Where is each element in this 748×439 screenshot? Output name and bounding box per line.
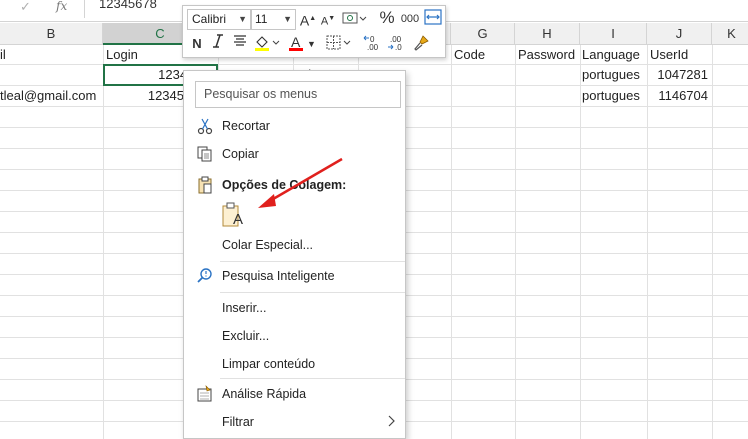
cell-j2[interactable]: 1047281	[648, 65, 708, 85]
menu-item-smart-lookup[interactable]: Pesquisa Inteligente	[184, 264, 405, 288]
menu-item-quick-analysis[interactable]: Análise Rápida	[184, 382, 405, 406]
cell-b3[interactable]: tleal@gmail.com	[0, 86, 102, 106]
cell-g1[interactable]: Code	[454, 45, 514, 65]
column-header-h[interactable]: H	[515, 23, 580, 45]
cell-j3[interactable]: 1146704	[648, 86, 708, 106]
italic-icon	[213, 34, 223, 48]
paste-options-icon	[198, 176, 212, 194]
menu-item-label: Pesquisa Inteligente	[222, 269, 335, 283]
menu-item-filter[interactable]: Filtrar	[184, 410, 405, 434]
font-size-dropdown[interactable]: 11 ▼	[251, 9, 296, 30]
formula-bar-divider	[84, 0, 85, 18]
shrink-font-button[interactable]: A▼	[319, 9, 337, 29]
merge-center-icon	[424, 9, 442, 25]
font-color-button[interactable]: A ▼	[287, 34, 317, 54]
menu-item-cut[interactable]: Recortar	[184, 114, 405, 138]
font-color-swatch	[289, 48, 303, 51]
cell-h1[interactable]: Password	[518, 45, 580, 65]
menu-separator	[220, 292, 405, 293]
font-name-dropdown[interactable]: Calibri ▼	[187, 9, 251, 30]
mini-toolbar: Calibri ▼ 11 ▼ A▲ A▼ % 000 N A ▼ 0 .00 .…	[182, 5, 446, 58]
column-header-k[interactable]: K	[712, 23, 748, 45]
cell-c3[interactable]: 12345	[104, 86, 184, 106]
borders-button[interactable]	[325, 34, 353, 54]
menu-item-insert[interactable]: Inserir...	[184, 296, 405, 320]
decrease-decimal-icon: .00 .0	[388, 35, 402, 52]
menu-item-paste-special[interactable]: Colar Especial...	[184, 233, 405, 257]
fill-color-icon	[255, 36, 280, 51]
align-center-icon	[234, 35, 246, 46]
column-header-b[interactable]: B	[0, 23, 103, 45]
menu-item-label: Filtrar	[222, 415, 254, 429]
cell-b1[interactable]: il	[0, 45, 100, 65]
increase-decimal-button[interactable]: 0 .00	[363, 34, 385, 54]
scissors-icon	[197, 118, 213, 135]
cell-j1[interactable]: UserId	[650, 45, 712, 65]
insert-function-icon[interactable]: fx	[56, 0, 67, 13]
menu-item-label: Recortar	[222, 119, 270, 133]
grow-font-icon: A	[299, 12, 310, 29]
menu-item-delete[interactable]: Excluir...	[184, 324, 405, 348]
annotation-arrow-icon	[258, 157, 343, 208]
menu-item-label: Colar Especial...	[222, 238, 314, 252]
menu-item-clear-contents[interactable]: Limpar conteúdo	[184, 352, 405, 376]
accounting-format-icon	[342, 12, 367, 24]
increase-decimal-icon: 0 .00	[363, 35, 379, 52]
italic-button[interactable]	[209, 34, 227, 54]
cell-i2[interactable]: portugues	[582, 65, 646, 85]
percent-style-button[interactable]: %	[377, 8, 397, 28]
smart-lookup-icon	[197, 268, 212, 283]
menu-item-label: Análise Rápida	[222, 387, 307, 401]
chevron-down-icon: ▼	[283, 14, 292, 24]
cell-i1[interactable]: Language	[582, 45, 646, 65]
formula-input[interactable]: 12345678	[99, 0, 157, 11]
font-size-value: 11	[255, 12, 268, 26]
borders-icon	[326, 35, 351, 50]
cell-i3[interactable]: portugues	[582, 86, 646, 106]
menu-item-label: Inserir...	[222, 301, 267, 315]
chevron-right-icon	[388, 415, 395, 427]
svg-text:.0: .0	[395, 43, 402, 52]
font-name-value: Calibri	[192, 12, 227, 26]
decrease-decimal-button[interactable]: .00 .0	[387, 34, 409, 54]
column-header-g[interactable]: G	[451, 23, 515, 45]
number-format-button[interactable]	[341, 9, 367, 29]
menu-search-input[interactable]: Pesquisar os menus	[195, 81, 401, 108]
context-menu: Pesquisar os menus Recortar Copiar Opçõe…	[183, 70, 406, 439]
comma-style-button[interactable]: 000	[399, 9, 421, 29]
menu-item-label: Excluir...	[222, 329, 270, 343]
paste-option-letter: A	[233, 211, 244, 228]
copy-icon	[197, 146, 212, 162]
column-header-j[interactable]: J	[647, 23, 712, 45]
enter-check-icon[interactable]: ✓	[20, 0, 31, 14]
menu-item-label: Limpar conteúdo	[222, 357, 316, 371]
svg-text:.00: .00	[367, 43, 379, 52]
fill-color-button[interactable]	[253, 34, 281, 54]
menu-separator	[220, 378, 405, 379]
column-header-i[interactable]: I	[580, 23, 647, 45]
chevron-down-icon: ▼	[307, 39, 316, 49]
wrap-merge-button[interactable]	[423, 9, 443, 29]
align-center-button[interactable]	[231, 34, 249, 54]
chevron-down-icon: ▼	[238, 14, 247, 24]
grow-font-button[interactable]: A▲	[299, 9, 317, 29]
format-painter-icon	[414, 35, 429, 51]
bold-button[interactable]: N	[188, 34, 206, 54]
quick-analysis-icon	[197, 385, 212, 402]
paste-keep-text-button[interactable]: A	[220, 201, 246, 229]
format-painter-button[interactable]	[411, 34, 433, 54]
menu-separator	[220, 261, 405, 262]
